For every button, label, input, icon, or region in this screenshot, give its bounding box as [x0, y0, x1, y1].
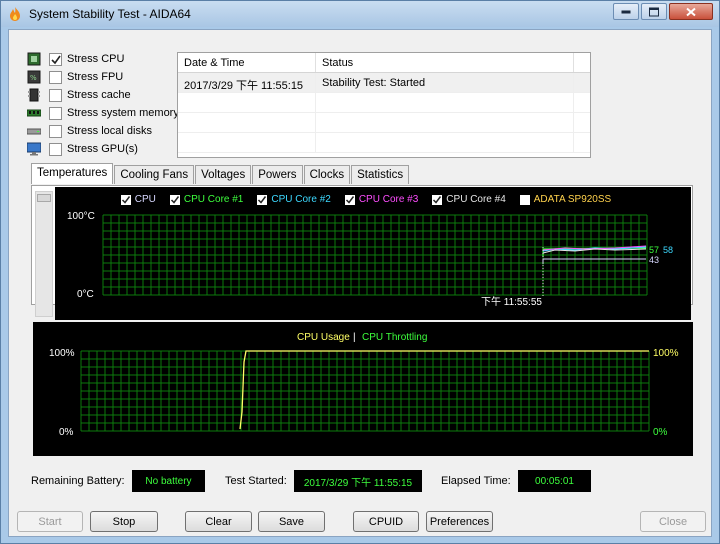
stress-disks-option[interactable]: Stress local disks — [27, 122, 187, 140]
elapsed-time-value: 00:05:01 — [518, 470, 591, 492]
column-date-time[interactable]: Date & Time — [178, 53, 316, 72]
usage-separator: | — [353, 332, 356, 343]
save-button[interactable]: Save — [258, 511, 325, 532]
cpu-chip-icon — [27, 52, 41, 66]
stress-disks-label: Stress local disks — [67, 125, 152, 137]
battery-value: No battery — [132, 470, 205, 492]
clear-button[interactable]: Clear — [185, 511, 252, 532]
stress-cache-checkbox[interactable] — [49, 88, 62, 102]
fpu-chip-icon: % — [27, 70, 41, 84]
usage-title: CPU Usage — [297, 332, 350, 343]
temp-max-label: 100°C — [67, 211, 95, 222]
window-title: System Stability Test - AIDA64 — [29, 7, 191, 21]
scrollbar-thumb[interactable] — [37, 194, 51, 202]
status-table: Date & Time Status 2017/3/29 下午 11:55:15… — [177, 52, 591, 158]
temperature-grid — [102, 214, 648, 296]
column-empty — [574, 53, 590, 72]
stress-cpu-checkbox[interactable] — [49, 52, 62, 66]
minimize-button[interactable] — [613, 3, 639, 20]
stress-disks-checkbox[interactable] — [49, 124, 62, 138]
table-row-empty — [178, 93, 590, 113]
close-icon — [686, 7, 696, 16]
cpu-usage-graph: CPU Usage | CPU Throttling 100% 0% 100% … — [33, 322, 693, 456]
disk-drive-icon — [27, 128, 41, 135]
stress-cpu-option[interactable]: Stress CPU — [27, 50, 187, 68]
stress-gpu-checkbox[interactable] — [49, 142, 62, 156]
stress-gpu-option[interactable]: Stress GPU(s) — [27, 140, 187, 158]
temp-min-label: 0°C — [77, 289, 94, 300]
row-status: Stability Test: Started — [316, 73, 574, 92]
aida64-window: System Stability Test - AIDA64 Stress CP… — [0, 0, 720, 544]
tab-clocks[interactable]: Clocks — [303, 165, 351, 184]
tab-voltages[interactable]: Voltages — [195, 165, 252, 184]
usage-right-bottom: 0% — [653, 427, 668, 438]
stress-fpu-option[interactable]: % Stress FPU — [27, 68, 187, 86]
start-button[interactable]: Start — [17, 511, 83, 532]
table-row-empty — [178, 113, 590, 133]
cpuid-button[interactable]: CPUID — [353, 511, 419, 532]
status-table-header: Date & Time Status — [178, 53, 590, 73]
stress-cache-option[interactable]: Stress cache — [27, 86, 187, 104]
stress-fpu-checkbox[interactable] — [49, 70, 62, 84]
monitor-icon — [27, 142, 41, 156]
close-window-button[interactable] — [669, 3, 713, 20]
client-area: Stress CPU % Stress FPU Stress cache Str… — [8, 29, 712, 537]
memory-module-icon — [27, 109, 41, 117]
maximize-button[interactable] — [641, 3, 667, 20]
usage-plot: CPU Usage | CPU Throttling 100% 0% 100% … — [49, 332, 679, 438]
stress-gpu-label: Stress GPU(s) — [67, 143, 138, 155]
test-started-value: 2017/3/29 下午 11:55:15 — [294, 470, 422, 492]
table-row-empty — [178, 133, 590, 153]
row-datetime: 2017/3/29 下午 11:55:15 — [178, 73, 316, 92]
title-bar[interactable]: System Stability Test - AIDA64 — [1, 1, 719, 27]
sensor-tabs: Temperatures Cooling Fans Voltages Power… — [31, 163, 410, 184]
graph-scrollbar[interactable] — [35, 191, 53, 317]
stop-button[interactable]: Stop — [90, 511, 158, 532]
aida64-flame-icon — [10, 7, 20, 21]
test-started-label: Test Started: — [225, 475, 287, 487]
temperature-plot: 100°C 0°C 下午 11:55:55 57 58 43 — [67, 211, 673, 308]
temp-time-label: 下午 11:55:55 — [481, 295, 542, 308]
stress-cache-label: Stress cache — [67, 89, 131, 101]
readout-core-2: 58 — [663, 245, 673, 255]
stress-memory-option[interactable]: Stress system memory — [27, 104, 187, 122]
cache-icon — [28, 88, 40, 102]
readout-cpu: 43 — [649, 255, 659, 265]
tab-powers[interactable]: Powers — [252, 165, 303, 184]
tab-cooling-fans[interactable]: Cooling Fans — [114, 165, 195, 184]
svg-text:%: % — [30, 74, 37, 82]
table-row[interactable]: 2017/3/29 下午 11:55:15 Stability Test: St… — [178, 73, 590, 93]
tab-temperatures[interactable]: Temperatures — [31, 163, 114, 184]
tab-statistics[interactable]: Statistics — [351, 165, 410, 184]
usage-grid — [80, 350, 650, 432]
usage-left-top: 100% — [49, 348, 75, 359]
stress-memory-checkbox[interactable] — [49, 106, 62, 120]
preferences-button[interactable]: Preferences — [426, 511, 493, 532]
usage-left-bottom: 0% — [59, 427, 74, 438]
checkmark-icon — [51, 55, 61, 64]
cpu-usage-line — [239, 350, 649, 430]
minimize-icon — [621, 10, 631, 13]
readout-core-1: 57 — [649, 245, 659, 255]
close-button[interactable]: Close — [640, 511, 706, 532]
usage-right-top: 100% — [653, 348, 679, 359]
battery-label: Remaining Battery: — [31, 475, 125, 487]
stress-cpu-label: Stress CPU — [67, 53, 125, 65]
stress-memory-label: Stress system memory — [67, 107, 179, 119]
elapsed-time-label: Elapsed Time: — [441, 475, 511, 487]
temperature-graph: CPU CPU Core #1 CPU Core #2 CPU Core #3 CPU … — [55, 187, 691, 320]
throttling-title: CPU Throttling — [362, 332, 427, 343]
column-status[interactable]: Status — [316, 53, 574, 72]
stress-fpu-label: Stress FPU — [67, 71, 124, 83]
maximize-icon — [649, 7, 659, 16]
